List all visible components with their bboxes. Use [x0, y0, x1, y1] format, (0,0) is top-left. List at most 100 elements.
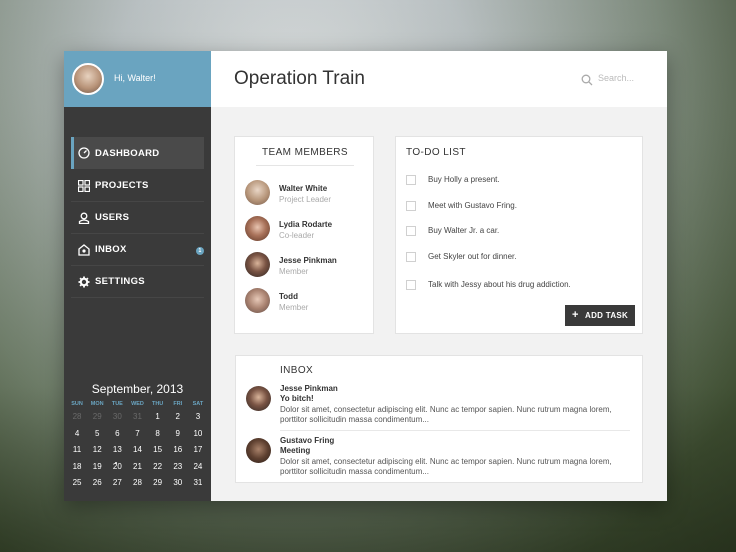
sidebar-item-settings[interactable]: SETTINGS [71, 266, 204, 298]
calendar-day-event[interactable]: 19 [87, 459, 118, 476]
avatar [246, 386, 271, 411]
sidebar-item-label: PROJECTS [95, 180, 149, 191]
message-subject: Yo bitch! [280, 394, 314, 403]
calendar-day[interactable]: 26 [87, 475, 107, 492]
calendar-day[interactable]: 29 [148, 475, 168, 492]
inbox-title: INBOX [280, 365, 314, 376]
weekday-label: FRI [173, 401, 183, 407]
calendar-day[interactable]: 9 [168, 426, 188, 443]
weekday-label: SAT [192, 401, 204, 407]
task-checkbox[interactable] [406, 175, 416, 185]
add-task-label: ADD TASK [585, 311, 629, 320]
search-input[interactable]: Search... [581, 71, 651, 87]
calendar-title: September, 2013 [91, 382, 184, 396]
calendar-day[interactable]: 1 [148, 409, 168, 426]
calendar-day[interactable]: 31 [127, 409, 147, 426]
sidebar-item-projects[interactable]: PROJECTS [71, 170, 204, 202]
calendar-day[interactable]: 24 [188, 459, 208, 476]
divider [256, 165, 354, 166]
calendar-day[interactable]: 28 [127, 475, 147, 492]
calendar-day[interactable]: 20 [107, 459, 127, 476]
sidebar: Hi, Walter! DASHBOARD PROJECTS USERS INB… [64, 51, 211, 501]
calendar-day[interactable]: 7 [127, 426, 147, 443]
calendar-day[interactable]: 4 [67, 426, 87, 443]
todo-item: Buy Holly a present. [406, 174, 636, 188]
task-checkbox[interactable] [406, 201, 416, 211]
calendar-day[interactable]: 11 [67, 442, 87, 459]
calendar-day[interactable]: 8 [148, 426, 168, 443]
inbox-badge: 1 [196, 247, 204, 255]
sidebar-item-label: SETTINGS [95, 276, 145, 287]
sidebar-item-users[interactable]: USERS [71, 202, 204, 234]
header: Operation Train Search... [211, 51, 667, 107]
calendar-day[interactable]: 29 [87, 409, 107, 426]
calendar-day[interactable]: 31 [188, 475, 208, 492]
sidebar-item-label: DASHBOARD [95, 147, 160, 159]
task-label: Buy Walter Jr. a car. [428, 226, 500, 235]
team-member[interactable]: Jesse Pinkman Member [245, 252, 370, 282]
message-sender: Gustavo Fring [280, 436, 335, 445]
calendar-day[interactable]: 3 [188, 409, 208, 426]
todo-item: Talk with Jessy about his drug addiction… [406, 279, 636, 293]
calendar-day[interactable]: 13 [107, 442, 127, 459]
calendar-day[interactable]: 27 [107, 475, 127, 492]
message-preview: Dolor sit amet, consectetur adipiscing e… [280, 405, 612, 424]
calendar-day[interactable]: 2 [168, 409, 188, 426]
task-checkbox[interactable] [406, 226, 416, 236]
calendar-day[interactable]: 14 [127, 442, 147, 459]
calendar-day[interactable]: 25 [67, 475, 87, 492]
add-task-button[interactable]: + ADD TASK [565, 305, 635, 326]
sidebar-item-inbox[interactable]: INBOX 1 [71, 234, 204, 266]
calendar-grid: SUN MON TUE WED THU FRI SAT 28 29 30 31 … [67, 399, 208, 492]
team-members-card: TEAM MEMBERS Walter White Project Leader… [234, 136, 374, 334]
task-label: Talk with Jessy about his drug addiction… [428, 280, 571, 289]
avatar [246, 438, 271, 463]
todo-list-card: TO-DO LIST Buy Holly a present. Meet wit… [395, 136, 643, 334]
inbox-icon [78, 244, 90, 256]
calendar-day[interactable]: 22 [148, 459, 168, 476]
todo-item: Get Skyler out for dinner. [406, 251, 636, 265]
weekday-label: MON [90, 401, 104, 407]
sidebar-item-label: INBOX [95, 244, 127, 255]
app-window: Hi, Walter! DASHBOARD PROJECTS USERS INB… [64, 51, 667, 501]
calendar-day[interactable]: 16 [168, 442, 188, 459]
avatar[interactable] [72, 63, 104, 95]
calendar-day[interactable]: 10 [188, 426, 208, 443]
task-checkbox[interactable] [406, 252, 416, 262]
member-role: Co-leader [279, 231, 315, 240]
calendar-day[interactable]: 6 [107, 426, 127, 443]
team-member[interactable]: Walter White Project Leader [245, 180, 370, 210]
weekday-label: TUE [111, 401, 123, 407]
gear-icon [78, 276, 90, 288]
calendar-day[interactable]: 15 [148, 442, 168, 459]
user-icon [78, 212, 90, 224]
weekday-label: WED [131, 401, 144, 407]
inbox-card: INBOX Jesse Pinkman Yo bitch! Dolor sit … [235, 355, 643, 483]
task-checkbox[interactable] [406, 280, 416, 290]
divider [280, 430, 630, 431]
calendar-day[interactable]: 17 [188, 442, 208, 459]
weekday-label: THU [151, 401, 164, 407]
team-member[interactable]: Lydia Rodarte Co-leader [245, 216, 370, 246]
grid-icon [78, 180, 90, 192]
team-member[interactable]: Todd Member [245, 288, 370, 318]
calendar-day[interactable]: 21 [127, 459, 147, 476]
search-placeholder: Search... [598, 73, 635, 83]
member-name: Todd [279, 292, 298, 301]
search-icon [581, 74, 593, 86]
task-label: Buy Holly a present. [428, 175, 500, 184]
calendar-day[interactable]: 30 [107, 409, 127, 426]
calendar-day[interactable]: 23 [168, 459, 188, 476]
avatar [245, 180, 270, 205]
avatar [245, 288, 270, 313]
calendar-day[interactable]: 30 [168, 475, 188, 492]
calendar-day[interactable]: 5 [87, 426, 107, 443]
calendar-day[interactable]: 18 [67, 459, 87, 476]
calendar-day[interactable]: 28 [67, 409, 87, 426]
member-role: Project Leader [279, 195, 332, 204]
calendar-day[interactable]: 12 [87, 442, 107, 459]
sidebar-item-dashboard[interactable]: DASHBOARD [71, 137, 204, 169]
todo-item: Buy Walter Jr. a car. [406, 225, 636, 239]
task-label: Meet with Gustavo Fring. [428, 201, 517, 210]
task-label: Get Skyler out for dinner. [428, 252, 517, 261]
